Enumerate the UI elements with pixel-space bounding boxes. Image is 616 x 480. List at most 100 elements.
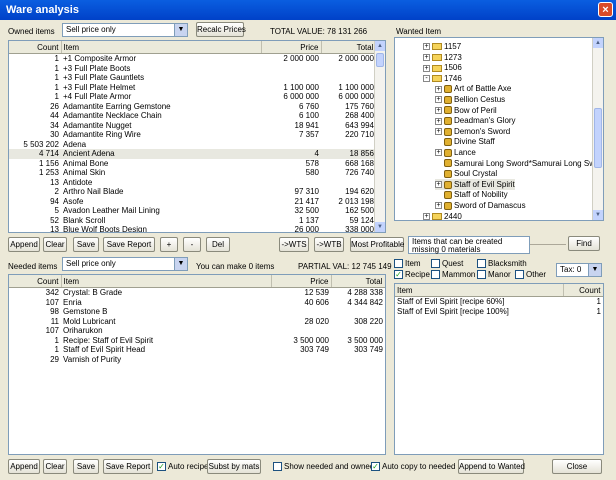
table-row[interactable]: 30 Adamantite Ring Wire 7 357 220 710 [9, 130, 376, 140]
checkbox-box[interactable] [477, 270, 486, 280]
tree-node[interactable]: + Deadman's Glory [435, 115, 516, 126]
expand-icon[interactable]: + [423, 53, 430, 61]
tree-node[interactable]: + Bow of Peril [435, 105, 497, 116]
table-row[interactable]: 13 Antidote [9, 178, 376, 188]
checkbox-box[interactable] [431, 270, 440, 280]
table-row[interactable]: 1 +3 Full Plate Helmet 1 100 000 1 100 000 [9, 83, 376, 93]
auto-copy-checkbox[interactable]: ✓ Auto copy to needed [371, 462, 455, 472]
scroll-thumb[interactable] [376, 53, 384, 67]
filter-quest-checkbox[interactable]: Quest [431, 259, 463, 269]
expand-icon[interactable]: + [435, 96, 442, 104]
table-row[interactable]: Staff of Evil Spirit [recipe 100%] 1 [395, 307, 603, 317]
filter-mammon-checkbox[interactable]: Mammon [431, 270, 475, 280]
needed-price-mode-select[interactable]: Sell price only ▼ [62, 257, 188, 271]
expand-icon[interactable]: + [435, 106, 442, 114]
needed-save-report-button[interactable]: Save Report [103, 459, 153, 474]
checkmark-icon[interactable]: ✓ [394, 270, 403, 280]
table-row[interactable]: 107 Oriharukon [9, 326, 385, 336]
owned-save-report-button[interactable]: Save Report [103, 237, 155, 252]
to-wts-button[interactable]: ->WTS [279, 237, 309, 252]
find-button[interactable]: Find [568, 236, 600, 251]
tree-node[interactable]: Samurai Long Sword*Samurai Long Sword [435, 158, 603, 169]
checkmark-icon[interactable]: ✓ [371, 462, 380, 472]
table-row[interactable]: 1 Staff of Evil Spirit Head 303 749 303 749 [9, 345, 385, 355]
tree-node[interactable]: Divine Staff [435, 136, 495, 147]
tree-node[interactable]: + Lance [435, 147, 476, 158]
table-row[interactable]: 1 +4 Full Plate Armor 6 000 000 6 000 000 [9, 92, 376, 102]
scroll-down-icon[interactable]: ▼ [375, 222, 385, 232]
expand-icon[interactable]: + [435, 117, 442, 125]
tree-node[interactable]: + Bellion Cestus [435, 94, 505, 105]
table-row[interactable]: 4 714 Ancient Adena 4 18 856 [9, 149, 376, 159]
table-row[interactable]: Staff of Evil Spirit [recipe 60%] 1 [395, 297, 603, 307]
checkbox-box[interactable] [515, 270, 524, 280]
col-result-item[interactable]: Item [395, 284, 564, 297]
expand-icon[interactable]: + [435, 128, 442, 136]
needed-append-button[interactable]: Append [8, 459, 40, 474]
owned-scrollbar[interactable]: ▲ ▼ [374, 41, 385, 232]
scroll-up-icon[interactable]: ▲ [375, 41, 385, 51]
tree-node[interactable]: +1273 [423, 52, 462, 63]
table-row[interactable]: 13 Blue Wolf Boots Design 26 000 338 000 [9, 225, 376, 232]
table-row[interactable]: 1 +3 Full Plate Boots [9, 64, 376, 74]
table-row[interactable]: 1 253 Animal Skin 580 726 740 [9, 168, 376, 178]
tree-node[interactable]: - 1746 [423, 73, 462, 84]
show-needed-owned-checkbox[interactable]: Show needed and owned [273, 462, 374, 472]
checkbox-box[interactable] [431, 259, 440, 269]
table-row[interactable]: 1 +1 Composite Armor 2 000 000 2 000 000 [9, 54, 376, 64]
table-row[interactable]: 5 503 202 Adena [9, 140, 376, 150]
tree-node[interactable]: +2440 [423, 211, 462, 220]
tree-node[interactable]: + Sword of Damascus [435, 200, 526, 211]
tree-node[interactable]: Staff of Nobility [435, 189, 508, 200]
most-profitable-button[interactable]: Most Profitable [350, 237, 404, 252]
tree-node[interactable]: +1506 [423, 62, 462, 73]
col-result-count[interactable]: Count [563, 284, 603, 297]
scroll-thumb[interactable] [594, 108, 602, 168]
owned-items-table[interactable]: Count Item Price Total 1 +1 Composite Arm… [8, 40, 386, 233]
table-row[interactable]: 1 +3 Full Plate Gauntlets [9, 73, 376, 83]
table-row[interactable]: 34 Adamantite Nugget 18 941 643 994 [9, 121, 376, 131]
owned-clear-button[interactable]: Clear [43, 237, 67, 252]
tax-select[interactable]: Tax: 0 ▼ [556, 263, 602, 277]
col-total[interactable]: Total [331, 275, 385, 288]
col-total[interactable]: Total [321, 41, 377, 54]
table-row[interactable]: 29 Varnish of Purity [9, 355, 385, 365]
filter-other-checkbox[interactable]: Other [515, 270, 546, 280]
tree-node[interactable]: +1157 [423, 41, 461, 52]
col-price[interactable]: Price [271, 275, 332, 288]
table-row[interactable]: 94 Asofe 21 417 2 013 198 [9, 197, 376, 207]
table-row[interactable]: 107 Enria 40 606 4 344 842 [9, 298, 385, 308]
table-row[interactable]: 11 Mold Lubricant 28 020 308 220 [9, 317, 385, 327]
craftable-items-table[interactable]: Item Count Staff of Evil Spirit [recipe … [394, 283, 604, 455]
owned-save-button[interactable]: Save [73, 237, 99, 252]
expand-icon[interactable]: + [435, 149, 442, 157]
col-count[interactable]: Count [9, 41, 62, 54]
table-row[interactable]: 5 Avadon Leather Mail Lining 32 500 162 500 [9, 206, 376, 216]
wanted-item-tree[interactable]: +1157 +1273 +1506-1746 + Art of Battle Axe + B… [394, 37, 604, 221]
owned-del-button[interactable]: Del [206, 237, 230, 252]
owned-minus-button[interactable]: - [183, 237, 201, 252]
table-row[interactable]: 44 Adamantite Necklace Chain 6 100 268 400 [9, 111, 376, 121]
recalc-prices-button[interactable]: Recalc Prices [196, 22, 246, 37]
checkbox-box[interactable] [477, 259, 486, 269]
tree-node[interactable]: + Demon's Sword [435, 126, 510, 137]
table-row[interactable]: 52 Blank Scroll 1 137 59 124 [9, 216, 376, 226]
col-item[interactable]: Item [61, 41, 262, 54]
expand-icon[interactable]: + [423, 64, 430, 72]
col-count[interactable]: Count [9, 275, 62, 288]
subst-by-mats-button[interactable]: Subst by mats [207, 459, 261, 474]
table-row[interactable]: 26 Adamantite Earring Gemstone 6 760 175 76… [9, 102, 376, 112]
filter-manor-checkbox[interactable]: Manor [477, 270, 511, 280]
to-wtb-button[interactable]: ->WTB [314, 237, 344, 252]
tree-node[interactable]: + Staff of Evil Spirit [435, 178, 515, 190]
expand-icon[interactable]: + [435, 85, 442, 93]
checkbox-box[interactable] [394, 259, 403, 269]
scroll-down-icon[interactable]: ▼ [593, 210, 603, 220]
table-row[interactable]: 1 156 Animal Bone 578 668 168 [9, 159, 376, 169]
scroll-up-icon[interactable]: ▲ [593, 38, 603, 48]
needed-save-button[interactable]: Save [73, 459, 99, 474]
needed-items-table[interactable]: Count Item Price Total 342 Crystal: B Gra… [8, 274, 386, 455]
expand-icon[interactable]: + [423, 43, 430, 51]
append-to-wanted-button[interactable]: Append to Wanted [458, 459, 525, 474]
collapse-icon[interactable]: - [423, 75, 430, 83]
